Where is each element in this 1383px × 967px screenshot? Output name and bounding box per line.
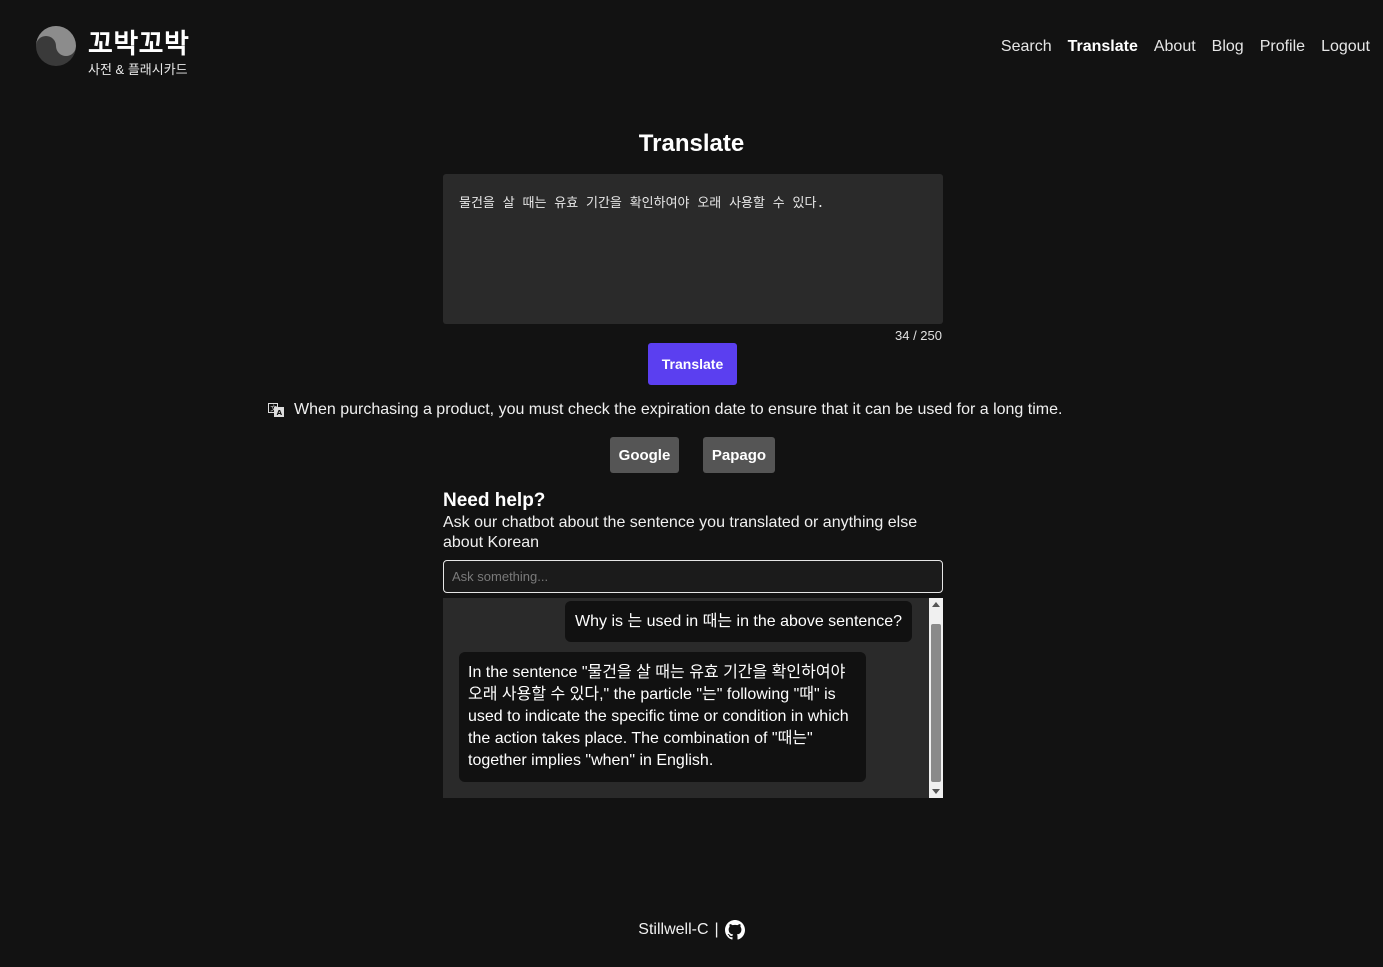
translate-button[interactable]: Translate: [648, 343, 737, 385]
papago-button[interactable]: Papago: [703, 437, 775, 473]
nav-about[interactable]: About: [1154, 38, 1196, 56]
user-message: Why is 는 used in 때는 in the above sentenc…: [565, 601, 912, 642]
site-header: 꼬박꼬박 사전 & 플래시카드 Search Translate About B…: [0, 0, 1383, 90]
brand-title[interactable]: 꼬박꼬박: [88, 22, 189, 61]
help-title: Need help?: [443, 490, 546, 511]
main-nav: Search Translate About Blog Profile Logo…: [1001, 38, 1370, 56]
scroll-down-arrow-icon[interactable]: [929, 784, 943, 798]
taegeuk-logo-icon[interactable]: [36, 26, 76, 66]
footer-author: Stillwell-C: [638, 921, 709, 938]
nav-search[interactable]: Search: [1001, 38, 1052, 56]
nav-translate[interactable]: Translate: [1068, 38, 1138, 56]
svg-text:A: A: [277, 409, 283, 417]
chat-input[interactable]: [443, 560, 943, 593]
nav-profile[interactable]: Profile: [1260, 38, 1305, 56]
site-footer: Stillwell-C |: [0, 920, 1383, 940]
translation-result-row: 文 A When purchasing a product, you must …: [268, 401, 1168, 419]
nav-blog[interactable]: Blog: [1212, 38, 1244, 56]
nav-logout[interactable]: Logout: [1321, 38, 1370, 56]
translate-icon: 文 A: [268, 403, 284, 417]
help-subtitle: Ask our chatbot about the sentence you t…: [443, 514, 918, 551]
scroll-up-arrow-icon[interactable]: [929, 598, 943, 612]
chat-panel[interactable]: Why is 는 used in 때는 in the above sentenc…: [443, 598, 943, 798]
brand-subtitle: 사전 & 플래시카드: [88, 62, 188, 77]
github-icon[interactable]: [724, 920, 745, 940]
page-title: Translate: [638, 130, 745, 157]
translation-result-text: When purchasing a product, you must chec…: [294, 401, 1063, 418]
footer-separator: |: [714, 921, 719, 938]
translate-input[interactable]: [443, 174, 943, 324]
chat-scrollbar[interactable]: [929, 598, 943, 798]
google-button[interactable]: Google: [610, 437, 679, 473]
bot-message: In the sentence "물건을 살 때는 유효 기간을 확인하여야 오…: [459, 652, 866, 782]
char-counter: 34 / 250: [895, 328, 942, 343]
scroll-thumb[interactable]: [931, 624, 941, 782]
